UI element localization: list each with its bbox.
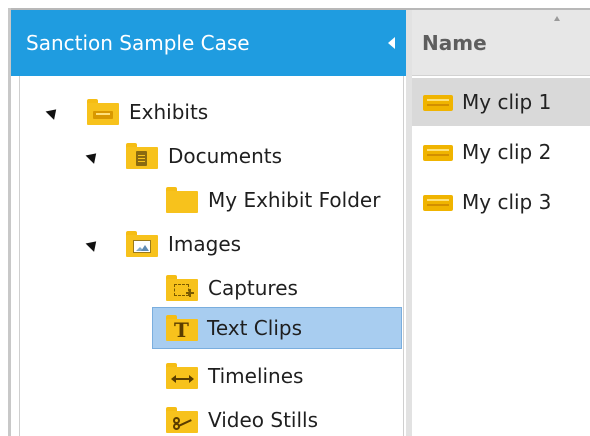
text-clip-folder-icon: T xyxy=(166,315,198,342)
clip-name: My clip 3 xyxy=(462,190,552,214)
case-explorer-window: Sanction Sample Case Exhibits Documents … xyxy=(8,8,590,436)
folder-icon xyxy=(166,187,198,213)
clip-name: My clip 1 xyxy=(462,90,552,114)
tree-item-my-exhibit-folder[interactable]: My Exhibit Folder xyxy=(23,184,403,216)
video-still-folder-icon xyxy=(166,407,198,433)
name-column-header[interactable]: Name xyxy=(412,10,590,76)
image-folder-icon xyxy=(126,231,158,257)
tree-item-label: Documents xyxy=(168,144,283,168)
tree-item-video-stills[interactable]: Video Stills xyxy=(23,404,403,436)
column-header-label: Name xyxy=(422,31,487,55)
timeline-folder-icon xyxy=(166,363,198,389)
sort-ascending-icon xyxy=(554,16,560,21)
tree-border-left xyxy=(19,76,20,436)
exhibit-clip-icon xyxy=(423,95,453,111)
tree-item-label: Images xyxy=(168,232,242,256)
exhibit-clip-icon xyxy=(423,145,453,161)
exhibit-tree: Exhibits Documents My Exhibit Folder Ima… xyxy=(11,76,406,436)
tree-item-label: Exhibits xyxy=(129,100,209,124)
case-title: Sanction Sample Case xyxy=(26,31,250,55)
tree-item-label: Text Clips xyxy=(207,316,302,340)
tree-item-documents[interactable]: Documents xyxy=(23,140,403,172)
document-folder-icon xyxy=(126,143,158,169)
tree-item-images[interactable]: Images xyxy=(23,228,403,260)
case-header: Sanction Sample Case xyxy=(11,10,406,76)
list-item[interactable]: My clip 2 xyxy=(412,128,590,176)
tree-item-text-clips[interactable]: T Text Clips xyxy=(152,307,402,349)
tree-item-label: Captures xyxy=(208,276,298,300)
expand-arrow-icon[interactable] xyxy=(85,237,101,252)
tree-item-label: My Exhibit Folder xyxy=(208,188,381,212)
tree-item-exhibits[interactable]: Exhibits xyxy=(23,96,403,128)
clip-list-pane: Name My clip 1 My clip 2 My clip 3 xyxy=(412,10,590,436)
collapse-pane-icon[interactable] xyxy=(388,37,395,49)
clip-name: My clip 2 xyxy=(462,140,552,164)
list-item[interactable]: My clip 3 xyxy=(412,178,590,226)
tree-item-label: Video Stills xyxy=(208,408,319,432)
list-item[interactable]: My clip 1 xyxy=(412,78,590,126)
tree-item-captures[interactable]: Captures xyxy=(23,272,403,304)
tree-item-timelines[interactable]: Timelines xyxy=(23,360,403,392)
exhibit-clip-icon xyxy=(423,195,453,211)
expand-arrow-icon[interactable] xyxy=(45,105,61,120)
expand-arrow-icon[interactable] xyxy=(85,149,101,164)
tree-border-right xyxy=(403,76,404,436)
capture-folder-icon xyxy=(166,275,198,301)
tree-item-label: Timelines xyxy=(208,364,304,388)
exhibit-folder-icon xyxy=(87,99,119,125)
